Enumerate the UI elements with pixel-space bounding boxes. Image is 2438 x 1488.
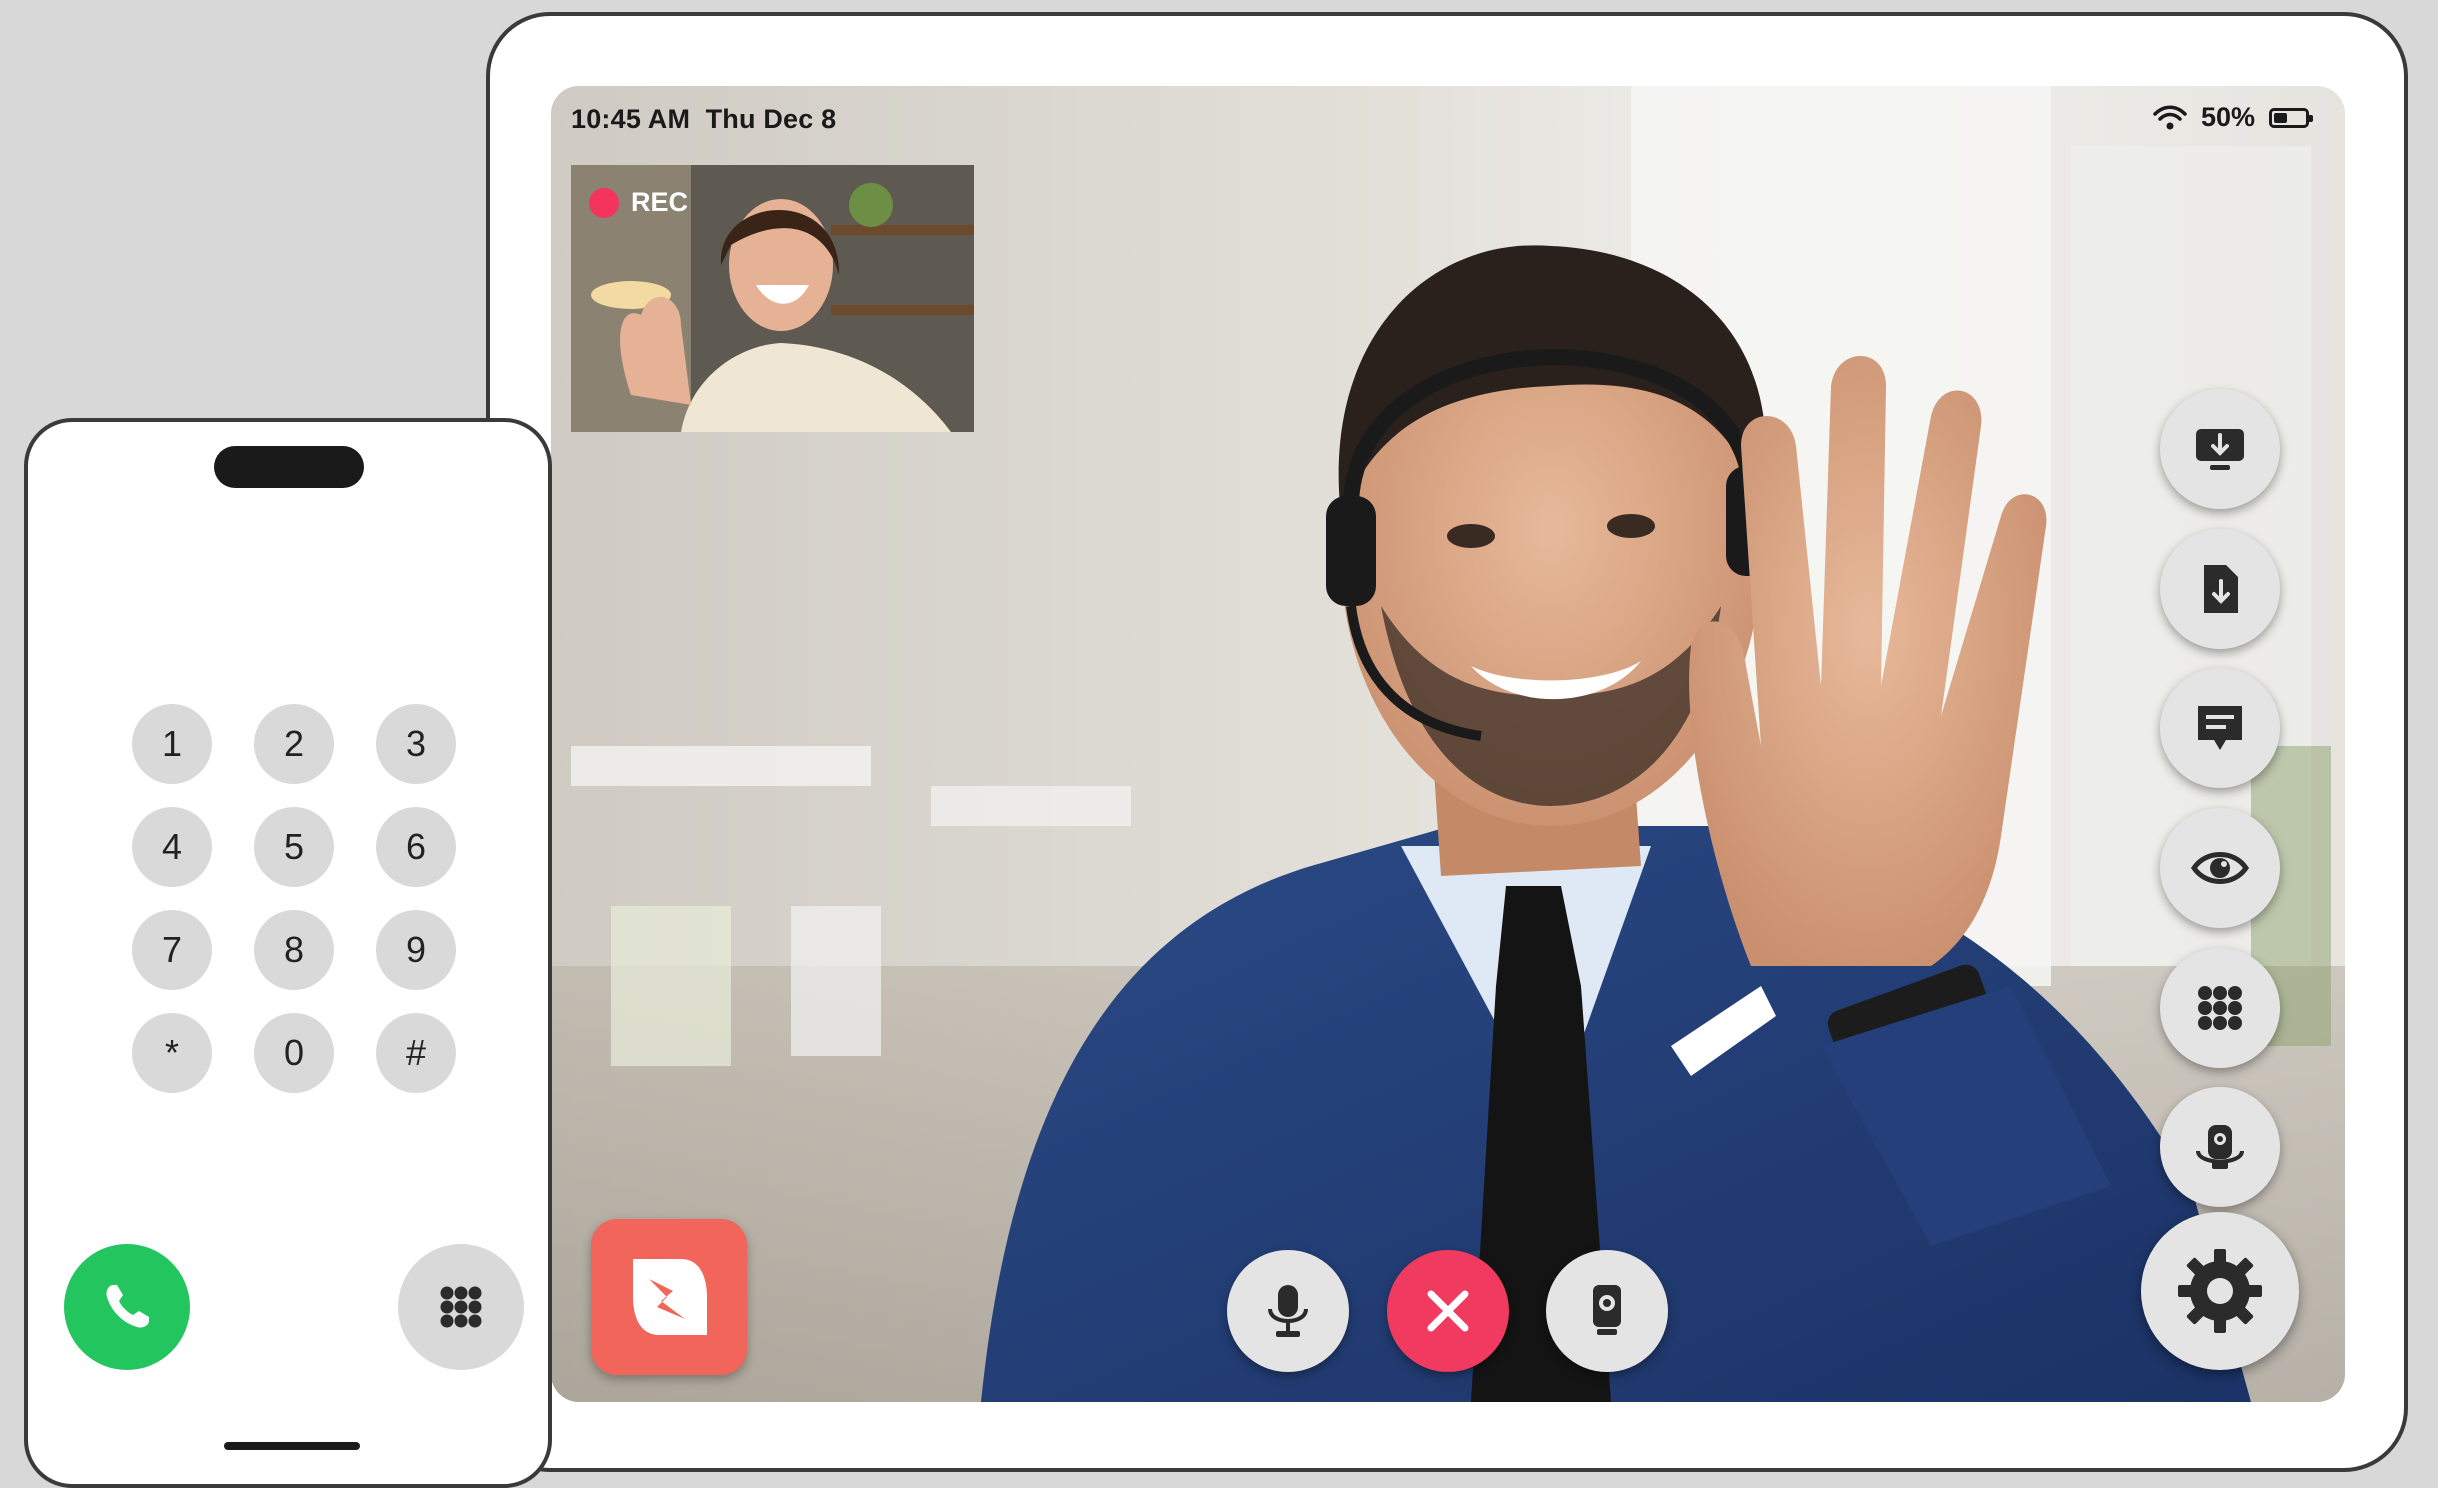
camera-switch-icon — [2196, 1125, 2244, 1169]
phone-icon — [106, 1285, 149, 1328]
status-time: 10:45 AM Thu Dec 8 — [571, 104, 837, 134]
file-download-icon — [2204, 565, 2238, 613]
close-icon — [1427, 1290, 1469, 1332]
dialpad-key[interactable]: 3 — [376, 704, 456, 784]
microphone-icon — [1268, 1285, 1308, 1337]
dialpad-key[interactable]: 9 — [376, 910, 456, 990]
eye-icon — [2190, 852, 2250, 884]
dialpad-key[interactable]: 0 — [254, 1013, 334, 1093]
camera-switch-button[interactable] — [2160, 1087, 2280, 1207]
mute-button[interactable] — [1227, 1250, 1349, 1372]
file-download-button[interactable] — [2160, 529, 2280, 649]
webcam-icon — [1593, 1285, 1621, 1335]
wifi-icon — [2153, 105, 2187, 129]
home-indicator — [224, 1442, 360, 1450]
dialpad-key[interactable]: 1 — [132, 704, 212, 784]
screen-share-button[interactable] — [2160, 389, 2280, 509]
dialpad-key[interactable]: * — [132, 1013, 212, 1093]
settings-button[interactable] — [2141, 1212, 2299, 1370]
phone-frame: 1 2 3 4 5 6 7 8 9 * 0 # — [24, 418, 552, 1488]
keypad-icon — [2198, 986, 2242, 1030]
keypad-icon — [440, 1286, 482, 1328]
rec-dot-icon — [589, 187, 619, 218]
call-button[interactable] — [64, 1244, 190, 1370]
dialpad-key[interactable]: 5 — [254, 807, 334, 887]
app-logo-icon — [633, 1259, 707, 1335]
camera-button[interactable] — [1546, 1250, 1668, 1372]
dialpad-key[interactable]: 4 — [132, 807, 212, 887]
dialpad-key[interactable]: # — [376, 1013, 456, 1093]
battery-percent: 50% — [2200, 102, 2255, 132]
chat-icon — [2198, 706, 2242, 750]
keypad-button[interactable] — [2160, 948, 2280, 1068]
recording-indicator: REC — [589, 187, 688, 218]
dialpad-key[interactable]: 2 — [254, 704, 334, 784]
status-right: 50% — [2153, 102, 2313, 133]
rec-label: REC — [631, 187, 689, 217]
screen-share-icon — [2196, 429, 2244, 470]
gear-icon — [2178, 1249, 2262, 1333]
dialpad-key[interactable]: 7 — [132, 910, 212, 990]
dialpad-key[interactable]: 8 — [254, 910, 334, 990]
app-logo[interactable] — [591, 1219, 747, 1375]
end-call-button[interactable] — [1387, 1250, 1509, 1372]
dialpad-key[interactable]: 6 — [376, 807, 456, 887]
view-button[interactable] — [2160, 808, 2280, 928]
video-call-screen: 10:45 AM Thu Dec 8 50% REC — [551, 86, 2345, 1402]
self-view-thumbnail[interactable]: REC — [571, 165, 974, 432]
battery-icon — [2269, 107, 2313, 128]
phone-notch — [214, 446, 364, 488]
battery-level — [2274, 112, 2287, 123]
dialpad-toggle-button[interactable] — [398, 1244, 524, 1370]
chat-button[interactable] — [2160, 668, 2280, 788]
